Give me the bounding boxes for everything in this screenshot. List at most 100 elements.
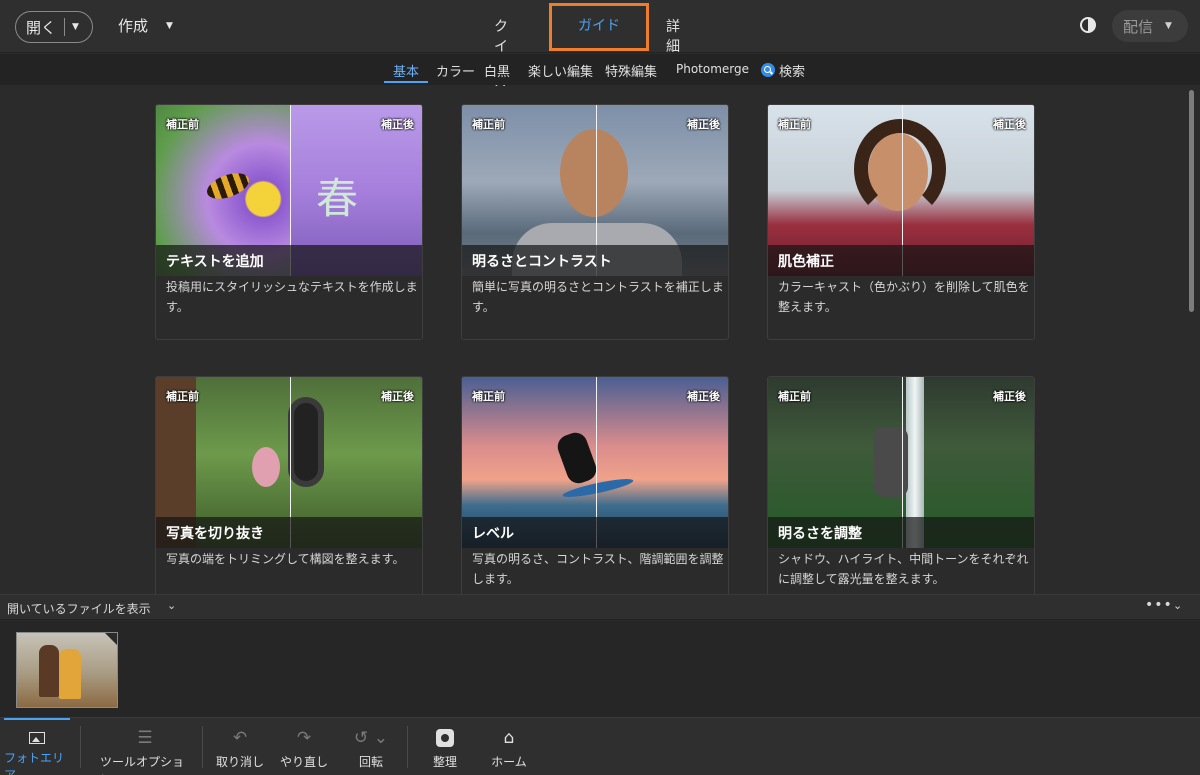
tab-basics[interactable]: 基本	[393, 61, 419, 80]
bottom-toolbar: フォトエリア ☰ ツールオプション ↶ 取り消し ↷ やり直し ↺ ⌄ 回転 整…	[0, 717, 1200, 775]
open-label[interactable]: 開く	[16, 17, 64, 38]
search-label[interactable]: 検索	[779, 61, 805, 80]
rotate-button[interactable]: ↺ ⌄ 回転	[346, 718, 396, 775]
rotate-icon: ↺ ⌄	[354, 728, 388, 748]
photo-thumbnail[interactable]	[16, 632, 118, 708]
card-title: テキストを追加	[166, 254, 264, 270]
card-description: カラーキャスト（色かぶり）を削除して肌色を整えます。	[778, 280, 1030, 314]
after-label: 補正後	[993, 118, 1026, 131]
card-title: レベル	[472, 526, 514, 542]
undo-icon: ↶	[232, 728, 248, 748]
scrollbar-thumb[interactable]	[1189, 90, 1194, 312]
card-adjust-lighting[interactable]: 補正前 補正後 明るさを調整 シャドウ、ハイライト、中間トーンをそれぞれに調整し…	[767, 376, 1035, 594]
card-add-text[interactable]: 春 補正前 補正後 テキストを追加 投稿用にスタイリッシュなテキストを作成します…	[155, 104, 423, 340]
card-description: 簡単に写真の明るさとコントラストを補正します。	[472, 280, 724, 314]
theme-toggle-icon[interactable]	[1080, 17, 1096, 33]
child-figure	[252, 447, 280, 487]
share-button[interactable]: 配信 ▼	[1112, 10, 1188, 42]
open-button[interactable]: 開く ▼	[15, 11, 93, 43]
search-icon[interactable]	[761, 63, 775, 77]
photo-area-label: フォトエリア	[4, 751, 65, 775]
category-tab-bar: 基本 カラー 白黒 楽しい編集 特殊編集 Photomerge 検索	[0, 54, 1200, 85]
before-label: 補正前	[778, 118, 811, 131]
after-label: 補正後	[687, 390, 720, 403]
thumbnail-person	[39, 645, 59, 697]
after-label: 補正後	[381, 118, 414, 131]
open-files-label[interactable]: 開いているファイルを表示	[7, 600, 151, 617]
card-title: 肌色補正	[778, 254, 834, 270]
after-label: 補正後	[687, 118, 720, 131]
before-label: 補正前	[166, 118, 199, 131]
more-options-icon[interactable]: •••	[1145, 597, 1173, 613]
redo-button[interactable]: ↷ やり直し	[276, 718, 332, 775]
share-label[interactable]: 配信	[1123, 16, 1153, 37]
home-icon: ⌂	[503, 728, 515, 748]
card-title: 明るさを調整	[778, 526, 862, 542]
active-indicator	[4, 718, 70, 720]
card-description: 投稿用にスタイリッシュなテキストを作成します。	[166, 280, 418, 314]
tool-options-icon: ☰	[137, 728, 153, 748]
photo-area-button[interactable]: フォトエリア	[4, 718, 70, 775]
top-bar: 開く ▼ 作成 ▼ クイック ガイド 詳細 配信 ▼	[0, 0, 1200, 95]
create-label[interactable]: 作成	[118, 15, 148, 36]
before-label: 補正前	[472, 390, 505, 403]
thumbnail-corner-icon	[105, 633, 117, 645]
undo-label: 取り消し	[215, 755, 264, 769]
card-skin-tone[interactable]: 補正前 補正後 肌色補正 カラーキャスト（色かぶり）を削除して肌色を整えます。	[767, 104, 1035, 340]
card-title-bar: レベル	[462, 517, 728, 548]
tab-guided[interactable]: ガイド	[549, 3, 649, 51]
active-tab-indicator	[384, 81, 428, 83]
toolbar-divider	[407, 726, 408, 768]
tab-fun-edits[interactable]: 楽しい編集	[528, 61, 593, 80]
chevron-down-icon[interactable]: ▼	[1165, 21, 1172, 31]
before-label: 補正前	[166, 390, 199, 403]
tab-color[interactable]: カラー	[436, 61, 475, 80]
tab-special-edits[interactable]: 特殊編集	[605, 61, 657, 80]
card-image: 補正前 補正後 写真を切り抜き	[156, 377, 422, 548]
card-title: 写真を切り抜き	[166, 526, 264, 542]
card-image: 補正前 補正後 肌色補正	[768, 105, 1034, 276]
card-title-bar: テキストを追加	[156, 245, 422, 276]
photo-bin	[0, 621, 1200, 717]
toolbar-divider	[80, 726, 81, 768]
card-description: 写真の明るさ、コントラスト、階調範囲を調整します。	[472, 552, 724, 586]
rotate-label: 回転	[358, 755, 383, 769]
toolbar-divider	[202, 726, 203, 768]
card-brightness-contrast[interactable]: 補正前 補正後 明るさとコントラスト 簡単に写真の明るさとコントラストを補正しま…	[461, 104, 729, 340]
chevron-down-icon[interactable]: ▼	[65, 22, 79, 32]
after-label: 補正後	[993, 390, 1026, 403]
bee-image	[203, 168, 253, 204]
card-title-bar: 写真を切り抜き	[156, 517, 422, 548]
portrait-face	[560, 129, 628, 217]
collapse-chevron-icon[interactable]: ⌄	[1173, 599, 1182, 612]
card-image: 補正前 補正後 明るさを調整	[768, 377, 1034, 548]
before-label: 補正前	[472, 118, 505, 131]
card-image: 補正前 補正後 明るさとコントラスト	[462, 105, 728, 276]
chevron-down-icon[interactable]: ⌄	[167, 599, 176, 612]
card-crop-photo[interactable]: 補正前 補正後 写真を切り抜き 写真の端をトリミングして構図を整えます。	[155, 376, 423, 594]
tire-swing	[288, 397, 324, 487]
chevron-down-icon[interactable]: ▼	[166, 21, 173, 31]
open-files-bar: 開いているファイルを表示 ⌄ ••• ⌄	[0, 594, 1200, 620]
before-label: 補正前	[778, 390, 811, 403]
card-image: 春 補正前 補正後 テキストを追加	[156, 105, 422, 276]
guided-edit-gallery: 春 補正前 補正後 テキストを追加 投稿用にスタイリッシュなテキストを作成します…	[0, 86, 1186, 594]
organize-button[interactable]: 整理	[422, 718, 468, 775]
card-title-bar: 明るさを調整	[768, 517, 1034, 548]
card-levels[interactable]: 補正前 補正後 レベル 写真の明るさ、コントラスト、階調範囲を調整します。	[461, 376, 729, 594]
after-label: 補正後	[381, 390, 414, 403]
card-description: 写真の端をトリミングして構図を整えます。	[166, 552, 405, 566]
organize-label: 整理	[432, 755, 457, 769]
tab-photomerge[interactable]: Photomerge	[676, 62, 749, 76]
undo-button[interactable]: ↶ 取り消し	[212, 718, 268, 775]
tool-options-button[interactable]: ☰ ツールオプション	[100, 718, 190, 775]
home-button[interactable]: ⌂ ホーム	[486, 718, 532, 775]
home-label: ホーム	[491, 755, 527, 769]
tab-black-white[interactable]: 白黒	[484, 61, 510, 80]
tool-options-label: ツールオプション	[100, 755, 185, 775]
tab-expert[interactable]: 詳細	[666, 16, 680, 56]
card-description: シャドウ、ハイライト、中間トーンをそれぞれに調整して露光量を整えます。	[778, 552, 1029, 586]
create-button[interactable]: 作成 ▼	[118, 15, 173, 36]
surfer-figure	[554, 429, 600, 487]
portrait-hair	[854, 119, 946, 219]
